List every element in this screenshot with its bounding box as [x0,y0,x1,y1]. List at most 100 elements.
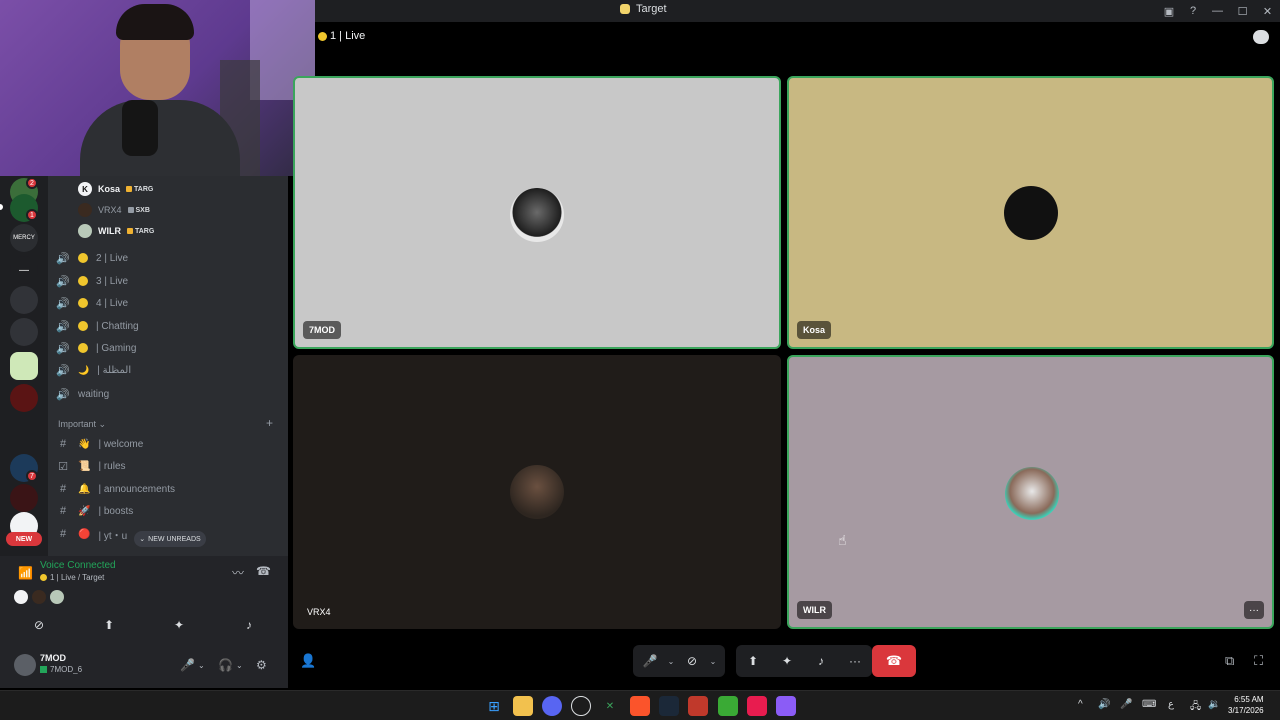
avatar [510,188,564,242]
avatar[interactable] [14,654,36,676]
tile-name-label: WILR [797,601,832,619]
text-channel-announcements[interactable]: # 🔔 | announcements [56,479,276,499]
discord-icon[interactable] [542,696,562,716]
server-rail: 2 1 MERCY — 7 [0,176,48,556]
voice-location[interactable]: 1 | Live / Target [40,573,104,582]
voice-channel-4-live[interactable]: 🔊 4 | Live [56,293,276,313]
voice-user-name: WILR [98,226,121,236]
microphone-icon[interactable]: 🎤 [180,658,195,672]
soundboard-button[interactable]: ♪ [220,614,278,636]
live-dot-icon [78,276,88,286]
clan-tag: SXB [127,207,150,214]
maximize-button[interactable]: ☐ [1230,0,1255,22]
category-important[interactable]: Important ⌄ [58,419,106,430]
speaker-icon: 🔊 [56,275,70,288]
video-tile-kosa[interactable]: Kosa [787,76,1274,349]
sound-icon[interactable]: 🔉 [1208,699,1220,710]
screen-share-icon[interactable]: ▣ [1157,0,1181,22]
voice-user-vrx4[interactable]: VRX4 SXB [78,201,150,219]
soundboard-button[interactable]: ♪ [810,649,832,673]
minecraft-icon[interactable] [718,696,738,716]
chrome-icon[interactable] [571,696,591,716]
network-icon[interactable]: 🖧 [1190,699,1201,716]
volume-icon[interactable]: 🔊 [1098,699,1110,710]
voice-channel-3-live[interactable]: 🔊 3 | Live [56,271,276,291]
chevron-down-icon[interactable]: ⌄ [665,649,677,673]
noise-suppression-icon[interactable]: 〰 [232,564,244,581]
chevron-down-icon[interactable]: ⌄ [198,661,205,670]
video-tile-7mod[interactable]: 7MOD [293,76,781,349]
live-dot-icon [78,298,88,308]
system-clock[interactable]: 6:55 AM 3/17/2026 [1228,694,1264,716]
invite-user-icon[interactable]: 👤 [300,653,316,669]
disconnect-icon[interactable]: ☎ [256,564,271,578]
language-indicator[interactable]: ع [1168,699,1174,710]
status-icon [40,666,47,673]
signal-icon[interactable]: 📶 [18,566,33,580]
server-icon[interactable] [10,352,38,380]
voice-user-wilr[interactable]: WILR TARG [78,222,154,240]
screen-share-button[interactable]: ⬆ [80,614,138,636]
avatar [50,590,64,604]
text-channel-welcome[interactable]: # 👋 | welcome [56,434,276,454]
live-dot-icon [78,343,88,353]
start-button[interactable]: ⊞ [484,696,504,716]
server-icon[interactable] [10,318,38,346]
text-channel-rules[interactable]: ☑ 📜 | rules [56,456,276,476]
voice-channel-chatting[interactable]: 🔊 | Chatting [56,316,276,336]
voice-channel-waiting[interactable]: 🔊 waiting [56,384,276,404]
app-icon[interactable] [688,696,708,716]
live-dot-icon [78,321,88,331]
pop-out-icon[interactable]: ⧉ [1225,653,1234,669]
mouse-cursor-icon: ☝ [838,532,847,548]
minimize-button[interactable]: — [1205,0,1230,22]
help-icon[interactable]: ? [1181,0,1205,22]
voice-connected-status[interactable]: Voice Connected [40,560,116,571]
server-icon[interactable]: — [10,256,38,284]
steam-icon[interactable] [659,696,679,716]
screen-share-button[interactable]: ⬆ [742,649,764,673]
camera-off-button[interactable]: ⊘ [10,614,68,636]
voice-channel-2-live[interactable]: 🔊 2 | Live [56,248,276,268]
brave-icon[interactable] [630,696,650,716]
text-channel-boosts[interactable]: # 🚀 | boosts [56,501,276,521]
unread-badge: 1 [26,209,38,221]
adobe-icon[interactable] [747,696,767,716]
new-servers-badge[interactable]: NEW [6,532,42,546]
add-channel-icon[interactable]: + [266,416,273,430]
new-unreads-button[interactable]: ⌄ NEW UNREADS [134,531,206,547]
file-explorer-icon[interactable] [513,696,533,716]
server-icon[interactable] [10,286,38,314]
voice-user-kosa[interactable]: K Kosa TARG [78,180,153,198]
headphones-icon[interactable]: 🎧 [218,658,233,672]
fullscreen-icon[interactable]: ⛶ [1254,653,1263,669]
microphone-icon[interactable]: 🎤 [1120,699,1132,710]
disconnect-button[interactable]: ☎ [872,645,916,677]
server-icon[interactable] [10,384,38,412]
server-icon-mercy[interactable]: MERCY [10,224,38,252]
keyboard-icon[interactable]: ⌨ [1142,699,1156,710]
media-controls: 🎤 ⌄ ⊘ ⌄ [633,645,725,677]
chevron-down-icon[interactable]: ⌄ [707,649,719,673]
more-options-button[interactable]: ··· [1244,601,1264,619]
video-tile-vrx4[interactable]: VRX4 [293,355,781,629]
voice-channel-gaming[interactable]: 🔊 | Gaming [56,338,276,358]
speaker-icon: 🔊 [56,364,70,377]
chevron-up-icon[interactable]: ^ [1078,699,1083,710]
microphone-button[interactable]: 🎤 [639,649,661,673]
settings-gear-icon[interactable]: ⚙ [256,658,267,672]
video-tile-wilr[interactable]: WILR ··· [787,355,1274,629]
xbox-icon[interactable]: ✕ [600,696,620,716]
voice-channel-umbrella[interactable]: 🔊 🌙 | المظلة [56,360,276,380]
app-icon[interactable] [776,696,796,716]
activities-button[interactable]: ✦ [150,614,208,636]
camera-off-button[interactable]: ⊘ [681,649,703,673]
activities-button[interactable]: ✦ [776,649,798,673]
chevron-down-icon[interactable]: ⌄ [236,661,243,670]
shield-icon [127,207,134,213]
close-button[interactable]: ✕ [1255,0,1280,22]
chat-bubble-icon[interactable] [1253,30,1269,44]
more-icon[interactable]: ··· [844,649,866,673]
server-icon[interactable] [10,484,38,512]
hash-icon: # [59,505,67,517]
